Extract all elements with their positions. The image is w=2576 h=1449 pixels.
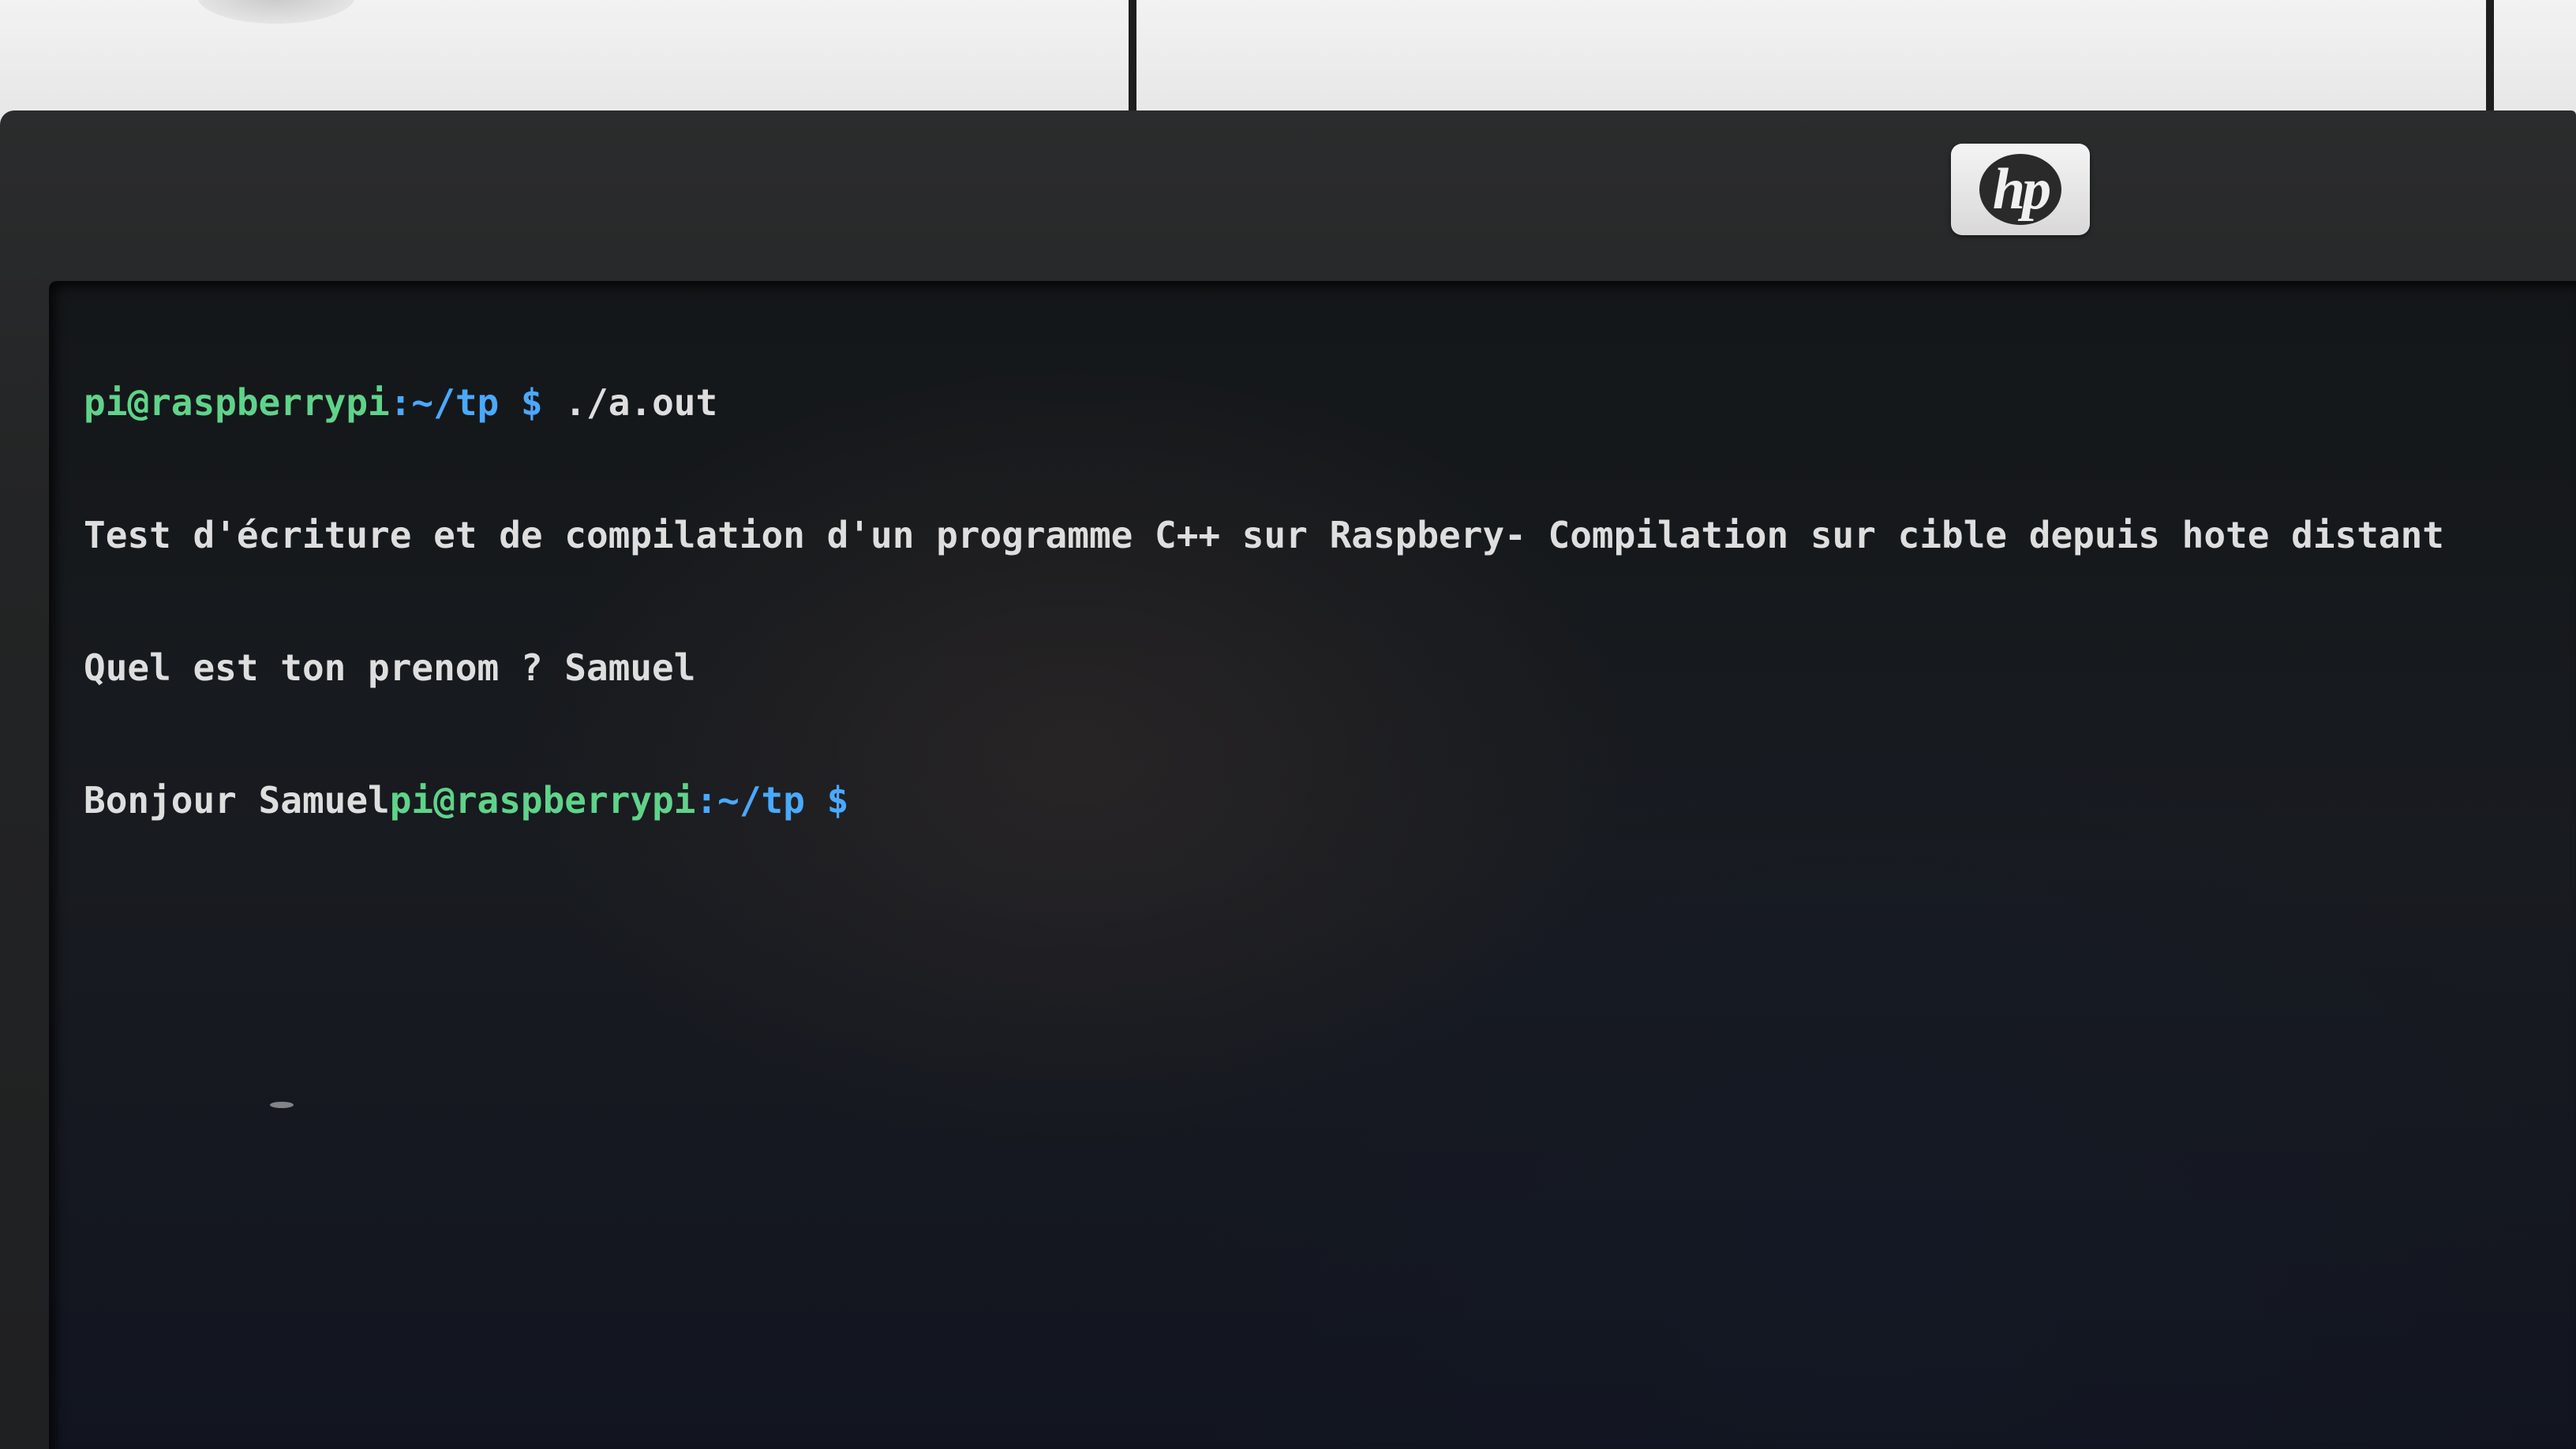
- terminal-screen[interactable]: pi@raspberrypi:~/tp $ ./a.out Test d'écr…: [49, 281, 2576, 1449]
- logo-text: hp: [1992, 157, 2051, 222]
- background-object: [197, 0, 355, 24]
- background-wall: [0, 0, 2576, 126]
- terminal-line-program-title: Test d'écriture et de compilation d'un p…: [84, 514, 2444, 556]
- logo-badge: hp: [1979, 154, 2061, 225]
- terminal-output: pi@raspberrypi:~/tp $ ./a.out Test d'écr…: [84, 292, 2444, 911]
- prompt-path: :~/tp $: [695, 779, 849, 822]
- photo-scene: hp pi@raspberrypi:~/tp $ ./a.out Test d'…: [0, 0, 2576, 1449]
- terminal-line-greeting: Bonjour Samuelpi@raspberrypi:~/tp $: [84, 778, 2444, 822]
- prompt-user-host: pi@raspberrypi: [389, 779, 696, 822]
- hp-logo: hp: [1951, 144, 2090, 235]
- wall-divider: [2486, 0, 2494, 118]
- terminal-line-command: pi@raspberrypi:~/tp $ ./a.out: [84, 380, 2444, 425]
- greeting-output: Bonjour Samuel: [84, 779, 390, 822]
- command-text: ./a.out: [542, 381, 718, 424]
- mouse-pointer: [270, 1102, 294, 1108]
- prompt-user-host: pi@raspberrypi: [84, 381, 390, 424]
- prompt-path: :~/tp $: [389, 381, 543, 424]
- wall-divider: [1129, 0, 1136, 118]
- terminal-line-name-prompt: Quel est ton prenom ? Samuel: [84, 646, 696, 689]
